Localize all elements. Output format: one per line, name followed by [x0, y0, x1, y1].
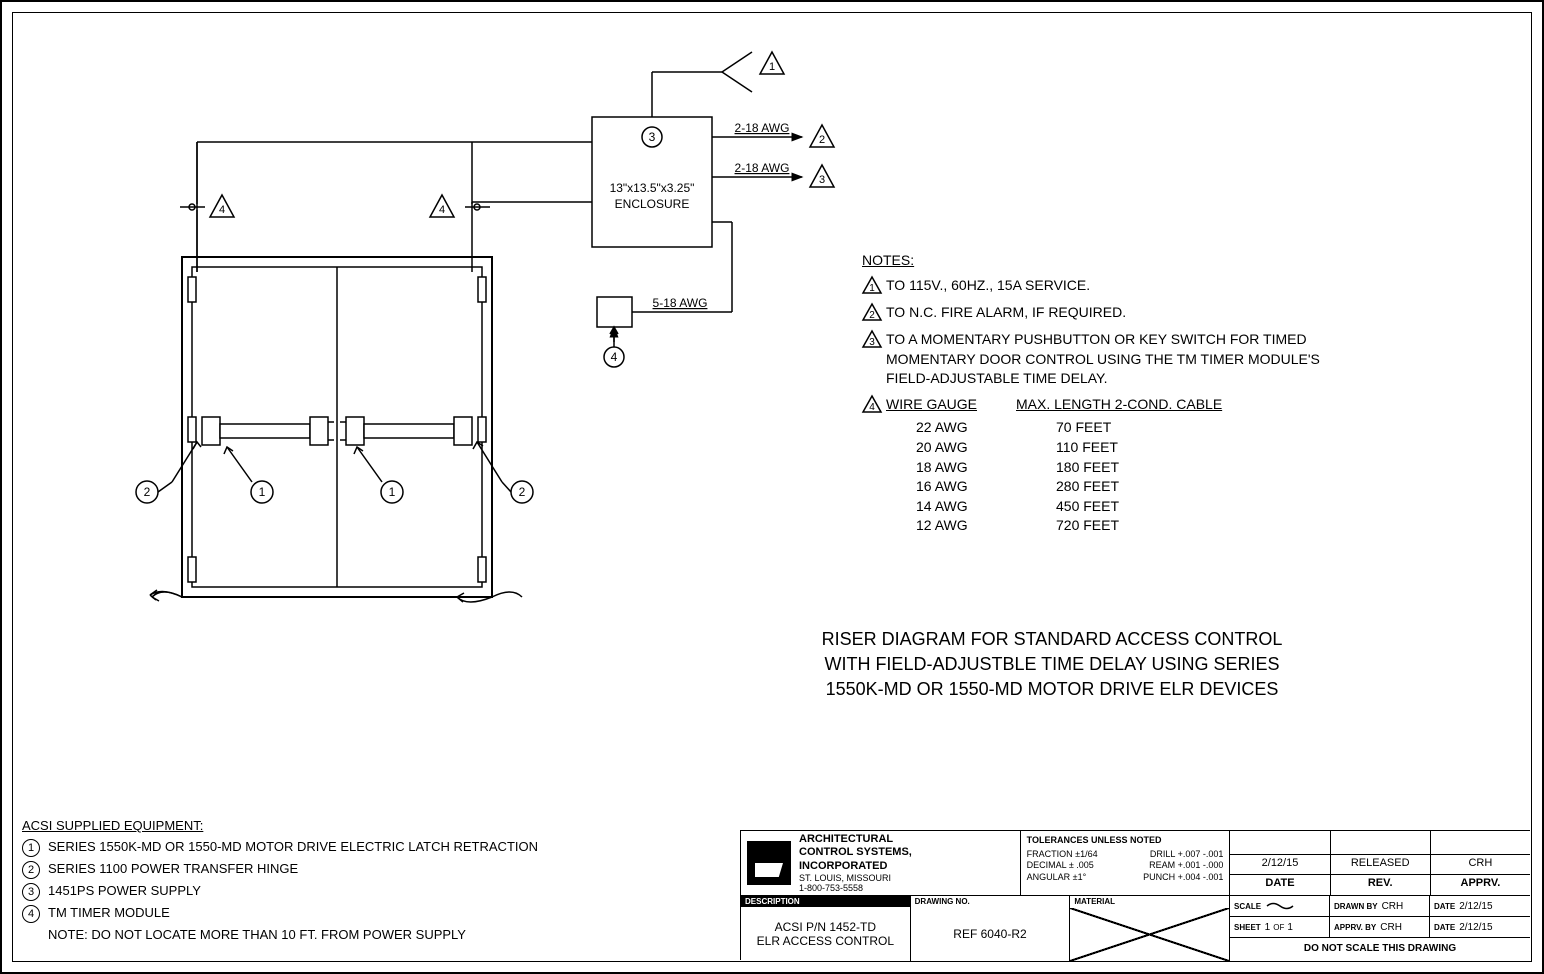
- svg-text:2-18 AWG: 2-18 AWG: [735, 121, 790, 135]
- svg-text:1: 1: [869, 283, 875, 294]
- acsi-title: ACSI SUPPLIED EQUIPMENT:: [22, 818, 592, 833]
- acsi-item-2: SERIES 1100 POWER TRANSFER HINGE: [48, 861, 592, 876]
- notes-section: NOTES: 1 TO 115V., 60HZ., 15A SERVICE. 2…: [862, 252, 1362, 542]
- svg-text:13"x13.5"x3.25": 13"x13.5"x3.25": [610, 181, 695, 195]
- svg-text:1: 1: [259, 485, 266, 499]
- note-2: TO N.C. FIRE ALARM, IF REQUIRED.: [886, 303, 1362, 323]
- tolerances: TOLERANCES UNLESS NOTED FRACTION ±1/64 D…: [1021, 831, 1231, 895]
- acsi-item-4: TM TIMER MODULE: [48, 905, 592, 920]
- svg-text:3: 3: [819, 174, 825, 186]
- svg-text:4: 4: [611, 350, 618, 364]
- svg-text:ENCLOSURE: ENCLOSURE: [615, 197, 690, 211]
- notes-title: NOTES:: [862, 252, 1362, 268]
- riser-title: RISER DIAGRAM FOR STANDARD ACCESS CONTRO…: [742, 627, 1362, 703]
- wire-gauge-table: 22 AWG70 FEET 20 AWG110 FEET 18 AWG180 F…: [886, 418, 1362, 536]
- svg-text:2: 2: [519, 485, 526, 499]
- svg-text:4: 4: [219, 204, 225, 216]
- description: ACSI P/N 1452-TD ELR ACCESS CONTROL: [741, 907, 910, 961]
- scale-icon: [1265, 900, 1295, 912]
- note-1: TO 115V., 60HZ., 15A SERVICE.: [886, 276, 1362, 296]
- svg-text:5-18 AWG: 5-18 AWG: [653, 296, 708, 310]
- title-block: ARCHITECTURAL CONTROL SYSTEMS, INCORPORA…: [740, 830, 1530, 960]
- svg-text:2: 2: [869, 310, 875, 321]
- acsi-item-3: 1451PS POWER SUPPLY: [48, 883, 592, 898]
- material-crossout: [1070, 908, 1229, 961]
- svg-text:2-18 AWG: 2-18 AWG: [735, 161, 790, 175]
- svg-text:4: 4: [869, 402, 875, 413]
- company-logo-icon: [747, 841, 791, 885]
- acsi-equipment: ACSI SUPPLIED EQUIPMENT: 1SERIES 1550K-M…: [22, 818, 592, 942]
- svg-text:1: 1: [389, 485, 396, 499]
- acsi-item-1: SERIES 1550K-MD OR 1550-MD MOTOR DRIVE E…: [48, 839, 592, 854]
- svg-text:2: 2: [819, 134, 825, 146]
- wire-length-header: MAX. LENGTH 2-COND. CABLE: [1016, 395, 1222, 415]
- acsi-note: NOTE: DO NOT LOCATE MORE THAN 10 FT. FRO…: [22, 927, 592, 942]
- svg-text:4: 4: [439, 204, 445, 216]
- company-logo-block: ARCHITECTURAL CONTROL SYSTEMS, INCORPORA…: [741, 831, 1021, 895]
- do-not-scale: DO NOT SCALE THIS DRAWING: [1230, 938, 1530, 959]
- revision-block: 2/12/15 RELEASED CRH DATE REV. APPRV.: [1230, 831, 1530, 895]
- riser-diagram: 3 13"x13.5"x3.25" ENCLOSURE 1 2-18 AWG 2…: [102, 22, 902, 622]
- svg-text:3: 3: [869, 337, 875, 348]
- svg-text:2: 2: [144, 485, 151, 499]
- svg-text:1: 1: [769, 61, 775, 73]
- svg-text:3: 3: [649, 130, 656, 144]
- note-3: TO A MOMENTARY PUSHBUTTON OR KEY SWITCH …: [886, 330, 1362, 389]
- wire-gauge-header: WIRE GAUGE: [886, 395, 1016, 415]
- drawing-number: REF 6040-R2: [911, 907, 1070, 961]
